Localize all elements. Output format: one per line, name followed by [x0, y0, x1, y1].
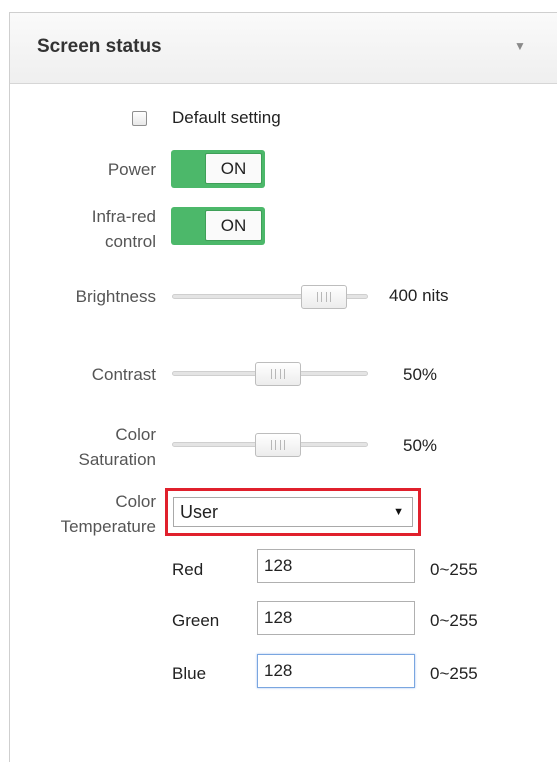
- power-label: Power: [107, 160, 156, 179]
- temperature-label-line1: Color: [115, 492, 156, 511]
- color-temperature-select[interactable]: User ▼: [173, 497, 413, 527]
- saturation-label-line2: Saturation: [78, 450, 157, 469]
- screen-status-panel: Screen status ▼: [9, 12, 557, 762]
- red-range: 0~255: [430, 560, 478, 579]
- red-input[interactable]: [257, 549, 415, 583]
- contrast-label: Contrast: [91, 365, 156, 384]
- infrared-toggle[interactable]: ON: [171, 207, 265, 245]
- dropdown-arrow-icon: ▼: [393, 506, 404, 518]
- green-range: 0~255: [430, 611, 478, 630]
- saturation-label-line1: Color: [115, 425, 156, 444]
- power-toggle[interactable]: ON: [171, 150, 265, 188]
- grip-icon: [317, 292, 331, 302]
- brightness-value: 400 nits: [389, 286, 449, 305]
- brightness-label: Brightness: [75, 287, 156, 306]
- infrared-label-line1: Infra-red: [91, 207, 156, 226]
- color-temperature-highlight: User ▼: [165, 488, 421, 536]
- color-temperature-selected: User: [180, 502, 219, 522]
- red-label: Red: [172, 560, 204, 579]
- saturation-slider-thumb[interactable]: [255, 433, 301, 457]
- panel-header[interactable]: Screen status ▼: [10, 13, 557, 84]
- green-input[interactable]: [257, 601, 415, 635]
- panel-title: Screen status: [37, 36, 162, 57]
- infrared-label-line2: control: [104, 232, 156, 251]
- grip-icon: [271, 369, 285, 379]
- contrast-slider-thumb[interactable]: [255, 362, 301, 386]
- infrared-toggle-state: ON: [205, 210, 262, 241]
- power-toggle-state: ON: [205, 153, 262, 184]
- blue-label: Blue: [172, 664, 207, 683]
- chevron-down-icon[interactable]: ▼: [514, 39, 526, 53]
- contrast-value: 50%: [403, 365, 438, 384]
- blue-input[interactable]: [257, 654, 415, 688]
- grip-icon: [271, 440, 285, 450]
- green-label: Green: [172, 611, 220, 630]
- brightness-slider-thumb[interactable]: [301, 285, 347, 309]
- default-setting-label: Default setting: [172, 108, 281, 127]
- default-setting-checkbox[interactable]: [132, 111, 147, 126]
- saturation-value: 50%: [403, 436, 438, 455]
- temperature-label-line2: Temperature: [60, 517, 156, 536]
- blue-range: 0~255: [430, 664, 478, 683]
